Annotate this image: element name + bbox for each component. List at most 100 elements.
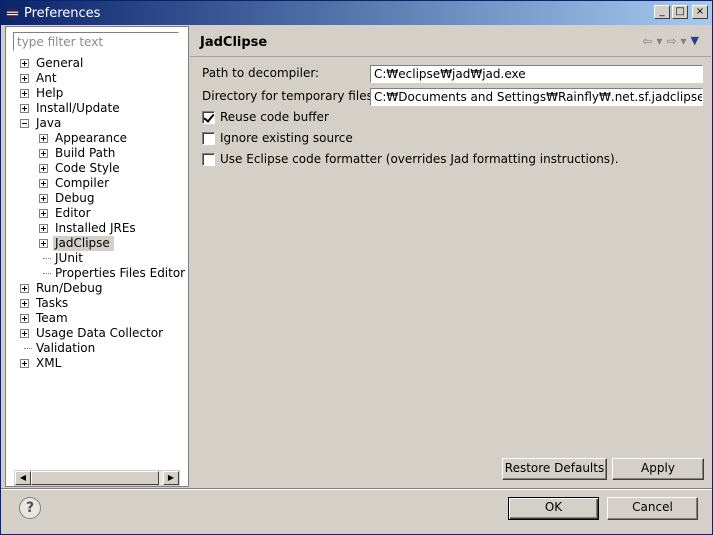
expand-plus-icon[interactable]	[39, 194, 48, 203]
tree-item[interactable]: General	[6, 56, 188, 71]
tree-item-label: Code Style	[55, 161, 120, 175]
tree-item[interactable]: Team	[6, 311, 188, 326]
expand-plus-icon[interactable]	[20, 314, 29, 323]
eclipse-formatter-option[interactable]: Use Eclipse code formatter (overrides Ja…	[202, 151, 619, 167]
decompiler-label: Path to decompiler:	[202, 66, 320, 80]
ignore-source-checkbox[interactable]	[202, 131, 215, 145]
tree-item[interactable]: Debug	[6, 191, 188, 206]
apply-button[interactable]: Apply	[612, 458, 704, 480]
back-arrow-icon[interactable]: ⇦	[642, 34, 652, 48]
window-title: Preferences	[24, 5, 101, 21]
forward-arrow-icon[interactable]: ⇨	[666, 34, 676, 48]
tree-item-label: Validation	[36, 341, 96, 355]
ignore-source-option[interactable]: Ignore existing source	[202, 130, 353, 146]
expand-plus-icon[interactable]	[20, 89, 29, 98]
horizontal-scrollbar[interactable]: ◀ ▶	[14, 470, 180, 486]
reuse-buffer-label: Reuse code buffer	[220, 110, 329, 124]
restore-defaults-button[interactable]: Restore Defaults	[502, 458, 607, 480]
tree-item[interactable]: Validation	[6, 341, 188, 356]
tree-item[interactable]: Code Style	[6, 161, 188, 176]
tree-item[interactable]: Run/Debug	[6, 281, 188, 296]
footer-separator	[1, 488, 712, 490]
tempdir-label: Directory for temporary files:	[202, 89, 377, 103]
tree-connector-line	[24, 348, 32, 349]
reuse-buffer-checkbox[interactable]	[202, 110, 215, 124]
back-menu-chevron-icon[interactable]: ▾	[656, 34, 662, 48]
tree-item[interactable]: Compiler	[6, 176, 188, 191]
tree-item[interactable]: Appearance	[6, 131, 188, 146]
tree-item[interactable]: JUnit	[6, 251, 188, 266]
expand-plus-icon[interactable]	[20, 284, 29, 293]
tree-item[interactable]: Properties Files Editor	[6, 266, 188, 281]
ignore-source-label: Ignore existing source	[220, 131, 353, 145]
decompiler-path-field[interactable]: C:₩eclipse₩jad₩jad.exe	[370, 65, 703, 83]
expand-plus-icon[interactable]	[20, 359, 29, 368]
title-bar[interactable]: Preferences _ □ ×	[1, 1, 712, 25]
forward-menu-chevron-icon[interactable]: ▾	[681, 34, 687, 48]
page-title: JadClipse	[200, 35, 268, 50]
tree-item-label: Java	[36, 116, 62, 130]
tree-item[interactable]: Editor	[6, 206, 188, 221]
expand-plus-icon[interactable]	[20, 74, 29, 83]
close-button[interactable]: ×	[692, 5, 708, 19]
expand-plus-icon[interactable]	[39, 209, 48, 218]
ok-button[interactable]: OK	[508, 497, 599, 520]
tree-item[interactable]: Java	[6, 116, 188, 131]
tree-item[interactable]: XML	[6, 356, 188, 371]
tree-item-label: Properties Files Editor	[55, 266, 186, 280]
preferences-window: Preferences _ □ × GeneralAntHelpInstall/…	[0, 0, 713, 535]
tree-item-label: Tasks	[36, 296, 69, 310]
tree-item[interactable]: Install/Update	[6, 101, 188, 116]
page-header: JadClipse ⇦ ▾ ⇨ ▾ ▼	[190, 26, 711, 57]
tree-item[interactable]: Tasks	[6, 296, 188, 311]
filter-input[interactable]	[13, 32, 179, 51]
preference-tree: General Ant Help Install/Update Java Appearan…	[6, 56, 188, 371]
expand-plus-icon[interactable]	[39, 239, 48, 248]
tree-item-label: Install/Update	[36, 101, 120, 115]
tree-item[interactable]: JadClipse	[6, 236, 188, 251]
tree-item-label: General	[36, 56, 84, 70]
tree-item[interactable]: Usage Data Collector	[6, 326, 188, 341]
scroll-left-arrow[interactable]: ◀	[15, 471, 31, 485]
help-icon[interactable]: ?	[19, 497, 41, 519]
eclipse-formatter-label: Use Eclipse code formatter (overrides Ja…	[220, 152, 619, 166]
expand-plus-icon[interactable]	[20, 104, 29, 113]
tree-item-label: Run/Debug	[36, 281, 103, 295]
eclipse-formatter-checkbox[interactable]	[202, 152, 215, 166]
tree-connector-line	[43, 273, 51, 274]
expand-plus-icon[interactable]	[20, 59, 29, 68]
expand-plus-icon[interactable]	[39, 179, 48, 188]
collapse-minus-icon[interactable]	[20, 119, 29, 128]
tree-item[interactable]: Ant	[6, 71, 188, 86]
scroll-thumb[interactable]	[31, 471, 159, 485]
cancel-button[interactable]: Cancel	[607, 497, 698, 520]
tree-item[interactable]: Help	[6, 86, 188, 101]
tree-item-label: JUnit	[55, 251, 83, 265]
expand-plus-icon[interactable]	[39, 224, 48, 233]
tree-item-label: Editor	[55, 206, 91, 220]
expand-plus-icon[interactable]	[39, 149, 48, 158]
tree-item-label: XML	[36, 356, 62, 370]
reuse-buffer-option[interactable]: Reuse code buffer	[202, 109, 329, 125]
tree-item-label: Compiler	[55, 176, 110, 190]
tree-connector-line	[43, 258, 51, 259]
expand-plus-icon[interactable]	[39, 134, 48, 143]
expand-plus-icon[interactable]	[20, 299, 29, 308]
tree-item-label: Usage Data Collector	[36, 326, 164, 340]
view-menu-icon[interactable]: ▼	[691, 34, 699, 48]
tree-item[interactable]: Build Path	[6, 146, 188, 161]
tree-item-label: JadClipse	[53, 236, 114, 251]
tree-item-label: Ant	[36, 71, 57, 85]
tree-item[interactable]: Installed JREs	[6, 221, 188, 236]
preference-tree-panel: GeneralAntHelpInstall/UpdateJavaAppearan…	[5, 26, 189, 487]
minimize-button[interactable]: _	[654, 5, 670, 19]
expand-plus-icon[interactable]	[20, 329, 29, 338]
expand-plus-icon[interactable]	[39, 164, 48, 173]
tree-item-label: Team	[36, 311, 68, 325]
eclipse-app-icon	[5, 6, 20, 20]
tree-item-label: Build Path	[55, 146, 116, 160]
tempdir-path-field[interactable]: C:₩Documents and Settings₩Rainfly₩.net.s…	[370, 88, 703, 106]
scroll-right-arrow[interactable]: ▶	[163, 471, 179, 485]
maximize-button[interactable]: □	[672, 5, 688, 19]
tree-item-label: Debug	[55, 191, 95, 205]
